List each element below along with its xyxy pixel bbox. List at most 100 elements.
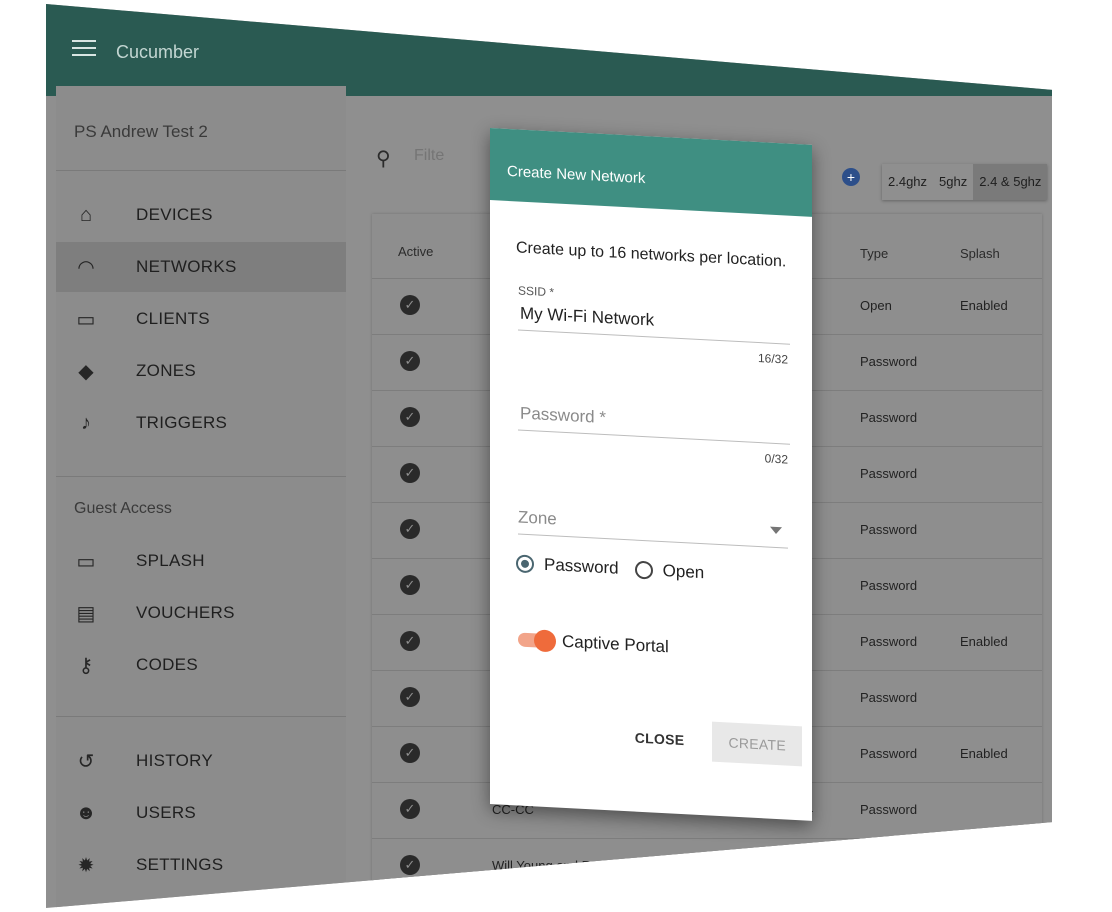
password-counter: 0/32: [764, 451, 788, 467]
nav-label: USERS: [136, 803, 197, 822]
nav-label: CLIENTS: [136, 309, 210, 328]
password-input[interactable]: [518, 397, 790, 445]
nav-codes[interactable]: ⚷ CODES: [56, 640, 346, 690]
app-window: Cucumber ▦ ▤ ☺ PS Andrew Test 2 ⌂ DEVICE…: [46, 4, 1052, 908]
table-row[interactable]: ✓ Will Young and Rod Stewart 192.168.2.1/2…: [372, 838, 1042, 895]
voucher-icon: ▤: [76, 602, 96, 625]
nav-devices[interactable]: ⌂ DEVICES: [56, 190, 346, 240]
password-field: 0/32: [518, 397, 790, 467]
create-network-dialog: Create New Network Create up to 16 netwo…: [490, 128, 812, 821]
check-circle-icon[interactable]: ✓: [400, 743, 420, 763]
wifi-icon: ◠: [77, 256, 95, 279]
dialog-actions: CLOSE CREATE: [621, 717, 802, 767]
search-icon[interactable]: ⚲: [376, 146, 391, 171]
nav-label: TRIGGERS: [136, 413, 228, 432]
divider: [56, 170, 346, 171]
filter-input[interactable]: [412, 146, 456, 166]
radio-password-label[interactable]: Password: [544, 555, 619, 579]
nav-label: HISTORY: [136, 751, 214, 770]
nav-label: CODES: [136, 655, 198, 674]
zone-placeholder: Zone: [518, 507, 557, 529]
settings-icon: ✹: [77, 854, 95, 877]
cell-type: Password: [860, 690, 918, 705]
cell-type: Password: [860, 746, 918, 761]
nav-label: VOUCHERS: [136, 603, 235, 622]
app-bar: Cucumber: [46, 4, 1052, 96]
cell-type: Password: [860, 858, 918, 873]
band-2-4ghz[interactable]: 2.4ghz: [882, 164, 933, 200]
divider: [56, 476, 346, 477]
nav-users[interactable]: ☻ USERS: [56, 788, 346, 838]
close-button[interactable]: CLOSE: [621, 719, 699, 759]
app-title: Cucumber: [116, 42, 200, 62]
check-circle-icon[interactable]: ✓: [400, 295, 420, 315]
ssid-counter: 16/32: [757, 351, 788, 367]
check-circle-icon[interactable]: ✓: [400, 463, 420, 483]
nav-label: SETTINGS: [136, 855, 224, 874]
cell-type: Password: [860, 466, 918, 481]
layers-icon: ◆: [78, 360, 94, 383]
radio-password[interactable]: [516, 554, 534, 574]
router-icon: ⌂: [79, 203, 93, 226]
check-circle-icon[interactable]: ✓: [400, 799, 420, 819]
splash-icon: ▭: [76, 550, 96, 573]
nav-triggers[interactable]: ♪ TRIGGERS: [56, 398, 346, 448]
zone-select[interactable]: Zone: [518, 507, 788, 549]
captive-portal-toggle: Captive Portal: [518, 629, 669, 657]
band-5ghz[interactable]: 5ghz: [933, 164, 973, 200]
check-circle-icon[interactable]: ✓: [400, 855, 420, 875]
cell-type: Open: [860, 298, 892, 313]
nav-zones[interactable]: ◆ ZONES: [56, 346, 346, 396]
create-button[interactable]: CREATE: [712, 721, 802, 767]
header-type[interactable]: Type: [860, 246, 888, 261]
cell-type: Password: [860, 634, 918, 649]
header-splash[interactable]: Splash: [960, 246, 1000, 261]
cell-splash: Enabled: [960, 298, 1008, 313]
nav-label: NETWORKS: [136, 257, 237, 276]
location-name[interactable]: PS Andrew Test 2: [74, 122, 208, 142]
sidebar: PS Andrew Test 2 ⌂ DEVICES ◠ NETWORKS ▭ …: [56, 86, 346, 908]
cell-name: Will Young and Rod Stewart: [492, 858, 654, 873]
header-active[interactable]: Active: [398, 244, 433, 259]
divider: [56, 716, 346, 717]
cell-type: Password: [860, 354, 918, 369]
key-icon: ⚷: [78, 654, 94, 677]
check-circle-icon[interactable]: ✓: [400, 519, 420, 539]
alarm-icon: ♪: [81, 411, 91, 434]
nav-vouchers[interactable]: ▤ VOUCHERS: [56, 588, 346, 638]
nav-label: DEVICES: [136, 205, 213, 224]
dialog-intro: Create up to 16 networks per location.: [516, 239, 787, 271]
security-type-group: Password Open: [516, 553, 710, 583]
cell-type: Password: [860, 522, 918, 537]
cell-type: Password: [860, 410, 918, 425]
dialog-title: Create New Network: [507, 162, 646, 188]
cell-type: Password: [860, 802, 918, 817]
band-both[interactable]: 2.4 & 5ghz: [973, 164, 1048, 200]
check-circle-icon[interactable]: ✓: [400, 351, 420, 371]
add-network-button[interactable]: +: [842, 168, 860, 186]
captive-portal-switch[interactable]: [518, 629, 556, 653]
cell-splash: Enabled: [960, 634, 1008, 649]
check-circle-icon[interactable]: ✓: [400, 575, 420, 595]
guest-access-title: Guest Access: [74, 500, 172, 517]
dropdown-arrow-icon: [770, 526, 782, 535]
cell-splash: Enabled: [960, 746, 1008, 761]
nav-settings[interactable]: ✹ SETTINGS: [56, 840, 346, 890]
menu-icon[interactable]: [72, 40, 96, 58]
check-circle-icon[interactable]: ✓: [400, 407, 420, 427]
nav-clients[interactable]: ▭ CLIENTS: [56, 294, 346, 344]
band-toggle: 2.4ghz 5ghz 2.4 & 5ghz: [882, 164, 1048, 200]
radio-open-label[interactable]: Open: [663, 561, 705, 583]
check-circle-icon[interactable]: ✓: [400, 687, 420, 707]
users-icon: ☻: [75, 801, 97, 824]
history-icon: ↺: [77, 750, 95, 773]
nav-networks[interactable]: ◠ NETWORKS: [56, 242, 346, 292]
captive-portal-label: Captive Portal: [562, 631, 669, 657]
check-circle-icon[interactable]: ✓: [400, 631, 420, 651]
nav-splash[interactable]: ▭ SPLASH: [56, 536, 346, 586]
ssid-field: SSID * 16/32: [518, 283, 790, 367]
cell-subnet: 192.168.2.1/24: [712, 858, 799, 873]
radio-open[interactable]: [634, 560, 653, 580]
nav-history[interactable]: ↺ HISTORY: [56, 736, 346, 786]
nav-label: SPLASH: [136, 551, 205, 570]
